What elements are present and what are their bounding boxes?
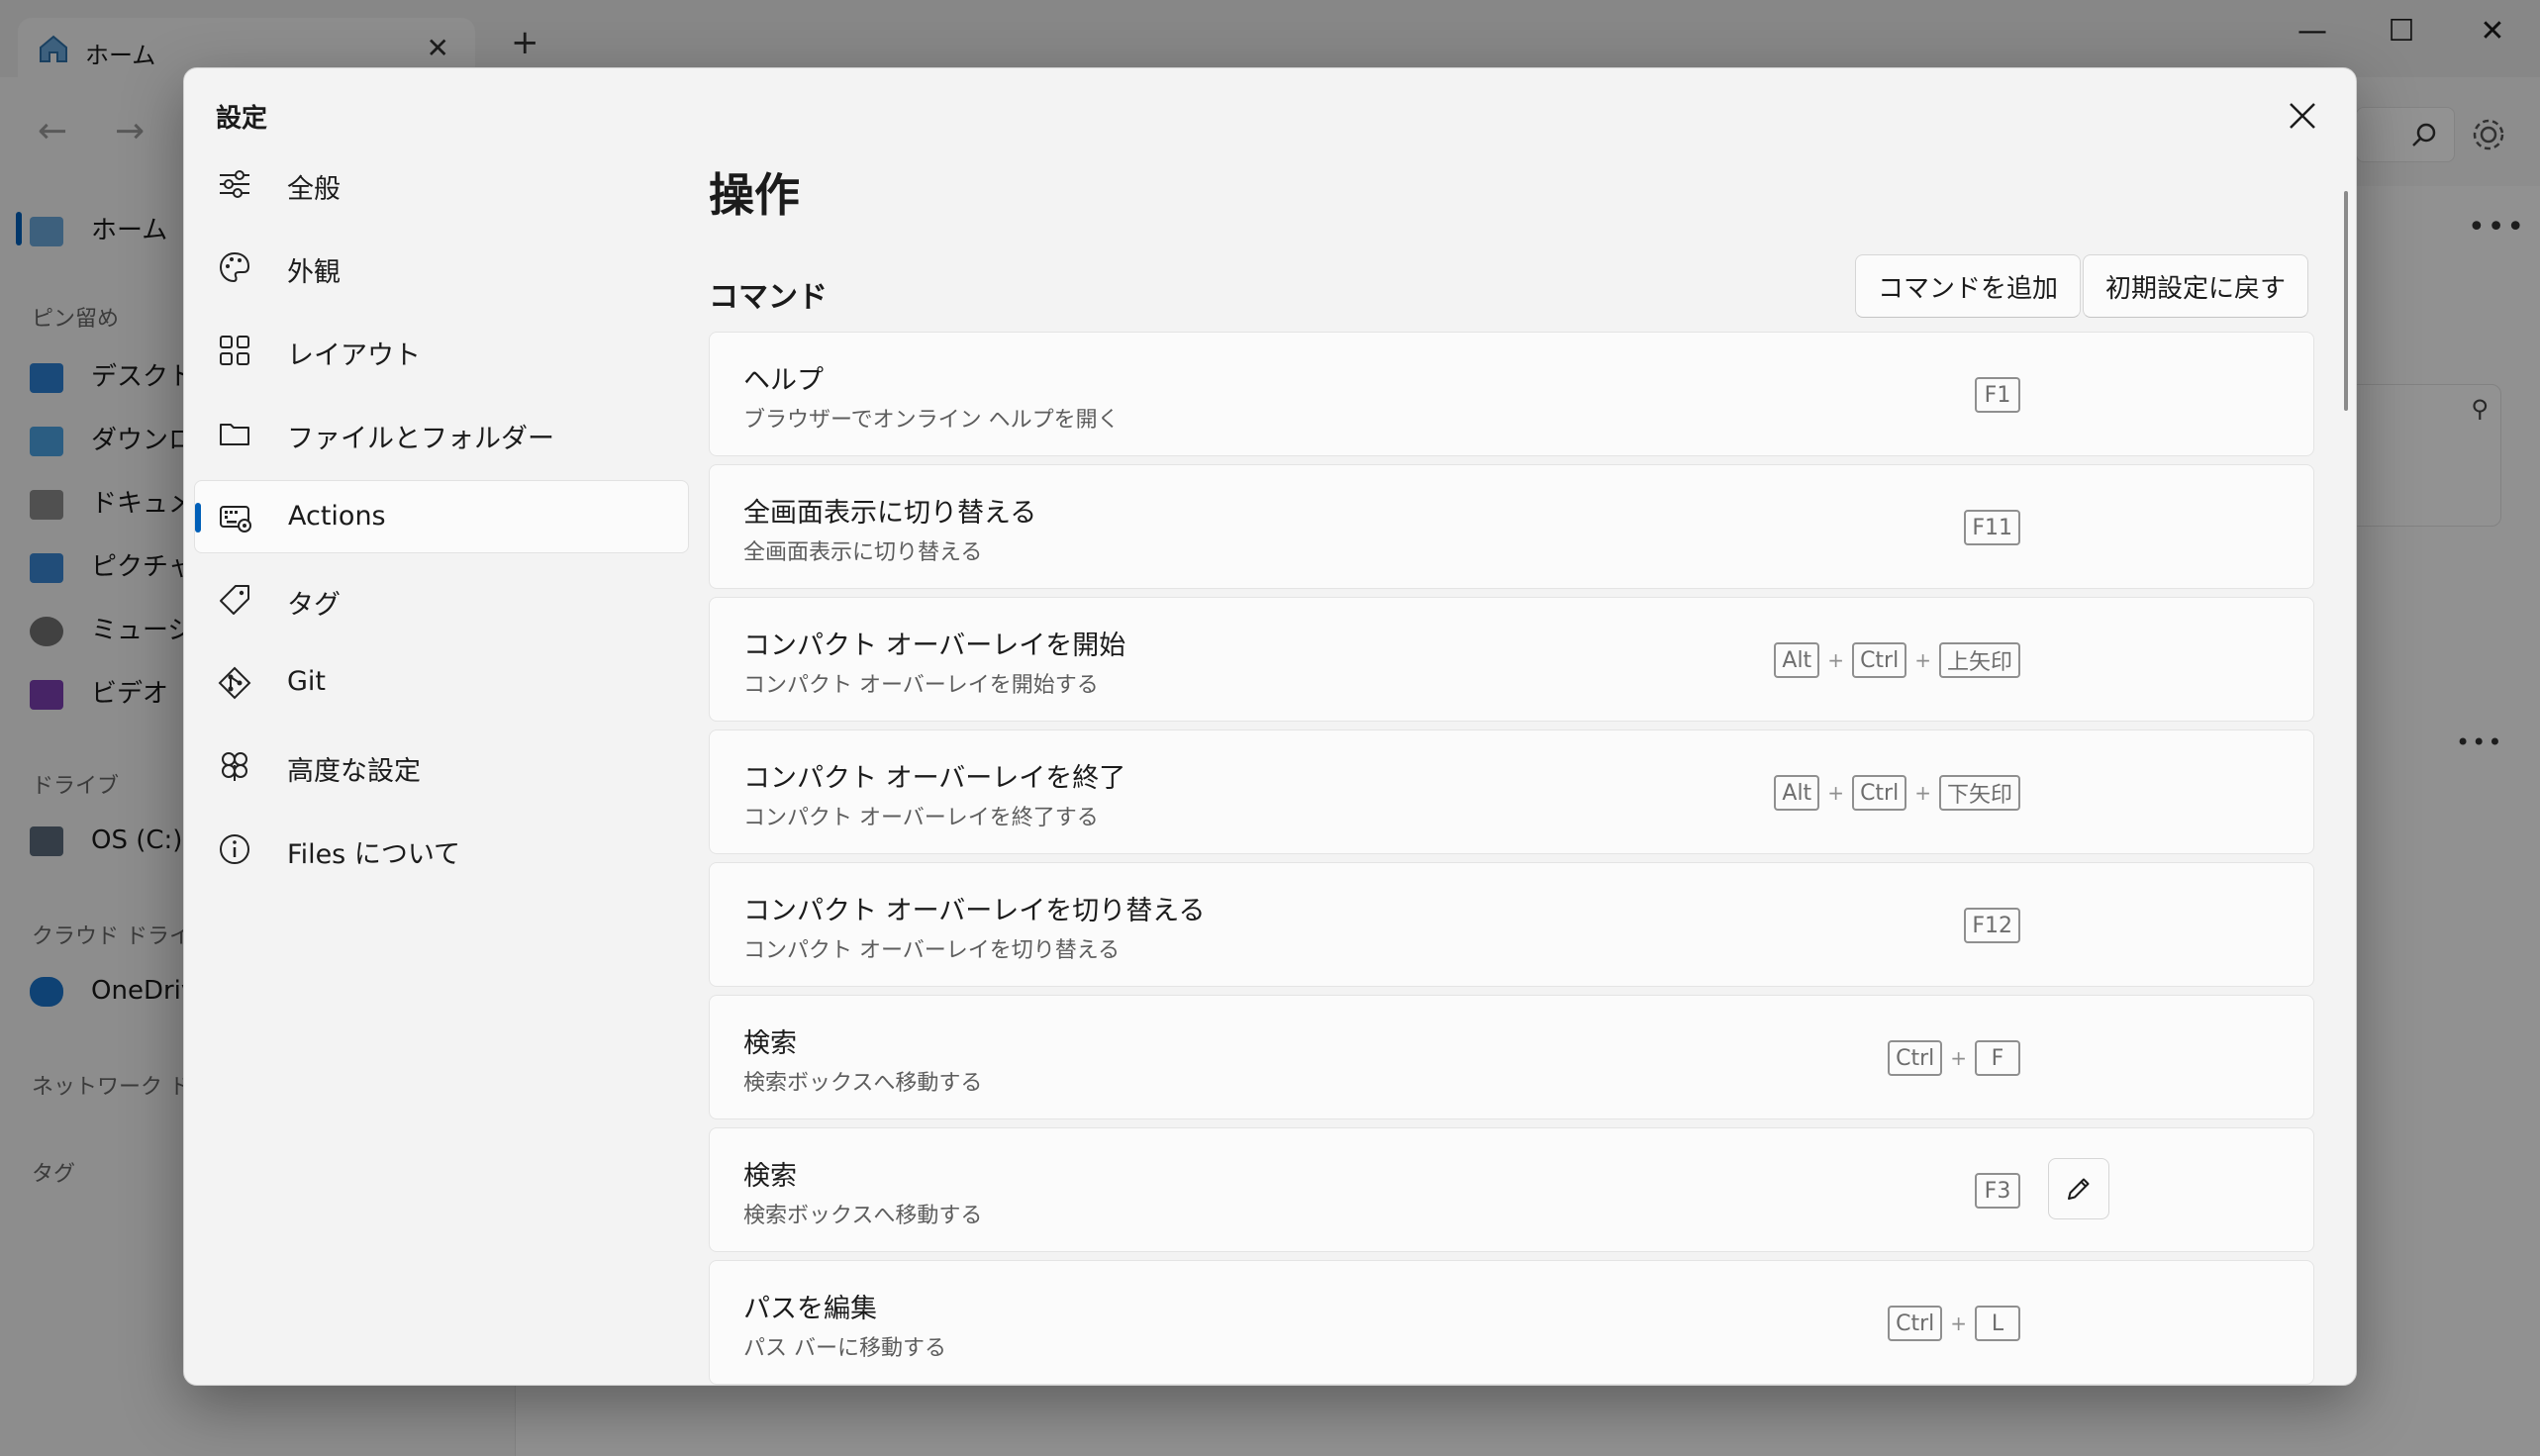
keyboard-icon	[220, 506, 251, 533]
command-description: コンパクト オーバーレイを開始する	[743, 673, 1099, 698]
nav-item-label: Files について	[287, 839, 461, 870]
nav-item-tags[interactable]: タグ	[194, 563, 689, 636]
scrollbar-thumb[interactable]	[2344, 191, 2348, 411]
add-command-button[interactable]: コマンドを追加	[1855, 254, 2082, 318]
command-row[interactable]: 全画面表示に切り替える 全画面表示に切り替える F11	[709, 464, 2314, 589]
nav-item-appearance[interactable]: 外観	[194, 231, 689, 304]
command-row[interactable]: 検索検索ボックスへ移動する Ctrl + F	[709, 995, 2314, 1119]
selection-indicator	[195, 503, 201, 533]
key-cap: Ctrl	[1852, 642, 1907, 678]
grid-icon	[220, 336, 249, 365]
command-description: 全画面表示に切り替える	[743, 540, 983, 565]
folder-icon	[220, 424, 249, 445]
key-cap: Ctrl	[1852, 775, 1907, 811]
key-separator: +	[1827, 648, 1845, 672]
key-separator: +	[1950, 1046, 1967, 1070]
key-cap: F	[1975, 1040, 2020, 1076]
git-icon	[218, 666, 251, 700]
key-cap: F3	[1975, 1173, 2020, 1209]
reset-to-default-button[interactable]: 初期設定に戻す	[2083, 254, 2309, 318]
key-cap: F1	[1975, 377, 2020, 413]
command-row[interactable]: コンパクト オーバーレイを切り替える コンパクト オーバーレイを切り替える F12	[709, 862, 2314, 987]
shortcut-keys: F1	[1975, 376, 2020, 414]
nav-item-actions[interactable]: Actions	[194, 480, 689, 553]
nav-item-layout[interactable]: レイアウト	[194, 314, 689, 387]
command-title: コンパクト オーバーレイを開始	[743, 631, 1126, 661]
shortcut-keys: Ctrl + F	[1888, 1039, 2020, 1077]
command-row[interactable]: ヘルプブラウザーでオンライン ヘルプを開く F1	[709, 332, 2314, 456]
shortcut-keys: F12	[1964, 907, 2020, 944]
key-separator: +	[1914, 648, 1931, 672]
key-cap: F12	[1964, 908, 2020, 943]
key-cap: L	[1975, 1306, 2020, 1341]
edit-shortcut-button[interactable]	[2048, 1158, 2109, 1219]
command-row[interactable]: コンパクト オーバーレイを終了コンパクト オーバーレイを終了する Alt + Ctrl…	[709, 729, 2314, 854]
command-title: ヘルプ	[743, 365, 824, 396]
nav-item-about[interactable]: Files について	[194, 813, 689, 886]
key-cap: 上矢印	[1938, 642, 2020, 678]
palette-icon	[219, 251, 250, 283]
shortcut-keys: Alt + Ctrl + 下矢印	[1774, 774, 2020, 812]
command-row[interactable]: 検索検索ボックスへ移動する F3	[709, 1127, 2314, 1252]
settings-dialog: 設定 全般 外観 レイアウト ファイルとフォルダー Actions タグ Git…	[183, 67, 2357, 1386]
nav-item-label: 外観	[287, 257, 341, 288]
page-title: 操作	[709, 168, 800, 222]
shortcut-keys: F11	[1964, 509, 2020, 546]
nav-item-git[interactable]: Git	[194, 646, 689, 720]
key-cap: Ctrl	[1888, 1040, 1943, 1076]
shortcut-keys: F3	[1975, 1172, 2020, 1210]
advanced-icon	[222, 752, 247, 781]
command-title: コンパクト オーバーレイを切り替える	[743, 896, 1206, 926]
command-title: パスを編集	[743, 1294, 877, 1324]
nav-item-label: レイアウト	[287, 340, 421, 371]
key-separator: +	[1827, 781, 1845, 805]
nav-item-advanced[interactable]: 高度な設定	[194, 729, 689, 803]
command-description: 検索ボックスへ移動する	[743, 1071, 983, 1096]
settings-content: 操作 コマンド コマンドを追加 初期設定に戻す ヘルプブラウザーでオンライン ヘ…	[709, 68, 2356, 1385]
command-title: 全画面表示に切り替える	[743, 498, 1037, 529]
dialog-title: 設定	[216, 104, 268, 134]
command-description: 検索ボックスへ移動する	[743, 1204, 983, 1228]
info-icon	[220, 834, 249, 864]
nav-item-label: 全般	[287, 174, 341, 205]
key-cap: Ctrl	[1888, 1306, 1943, 1341]
command-description: ブラウザーでオンライン ヘルプを開く	[743, 408, 1120, 433]
nav-item-label: ファイルとフォルダー	[287, 424, 554, 454]
key-separator: +	[1950, 1311, 1967, 1335]
key-cap: Alt	[1774, 775, 1820, 811]
command-description: コンパクト オーバーレイを切り替える	[743, 938, 1121, 963]
nav-item-label: Actions	[288, 501, 386, 532]
command-row[interactable]: パスを編集パス バーに移動する Ctrl + L	[709, 1260, 2314, 1385]
key-cap: F11	[1964, 510, 2020, 545]
nav-item-general[interactable]: 全般	[194, 147, 689, 221]
command-title: 検索	[743, 1028, 797, 1059]
key-cap: Alt	[1774, 642, 1820, 678]
key-cap: 下矢印	[1938, 775, 2020, 811]
pencil-icon	[2068, 1178, 2090, 1200]
nav-item-files-and-folders[interactable]: ファイルとフォルダー	[194, 397, 689, 470]
nav-item-label: タグ	[287, 590, 341, 621]
shortcut-keys: Alt + Ctrl + 上矢印	[1774, 641, 2020, 679]
shortcut-keys: Ctrl + L	[1888, 1305, 2020, 1342]
nav-item-label: 高度な設定	[287, 756, 421, 787]
command-row[interactable]: コンパクト オーバーレイを開始コンパクト オーバーレイを開始する Alt + Ctrl…	[709, 597, 2314, 722]
key-separator: +	[1914, 781, 1931, 805]
command-title: コンパクト オーバーレイを終了	[743, 763, 1126, 794]
section-title: コマンド	[709, 280, 828, 315]
sliders-icon	[220, 170, 249, 198]
tag-icon	[220, 585, 249, 615]
command-description: パス バーに移動する	[743, 1336, 946, 1361]
command-description: コンパクト オーバーレイを終了する	[743, 806, 1099, 830]
nav-item-label: Git	[287, 666, 327, 697]
command-title: 検索	[743, 1161, 797, 1192]
